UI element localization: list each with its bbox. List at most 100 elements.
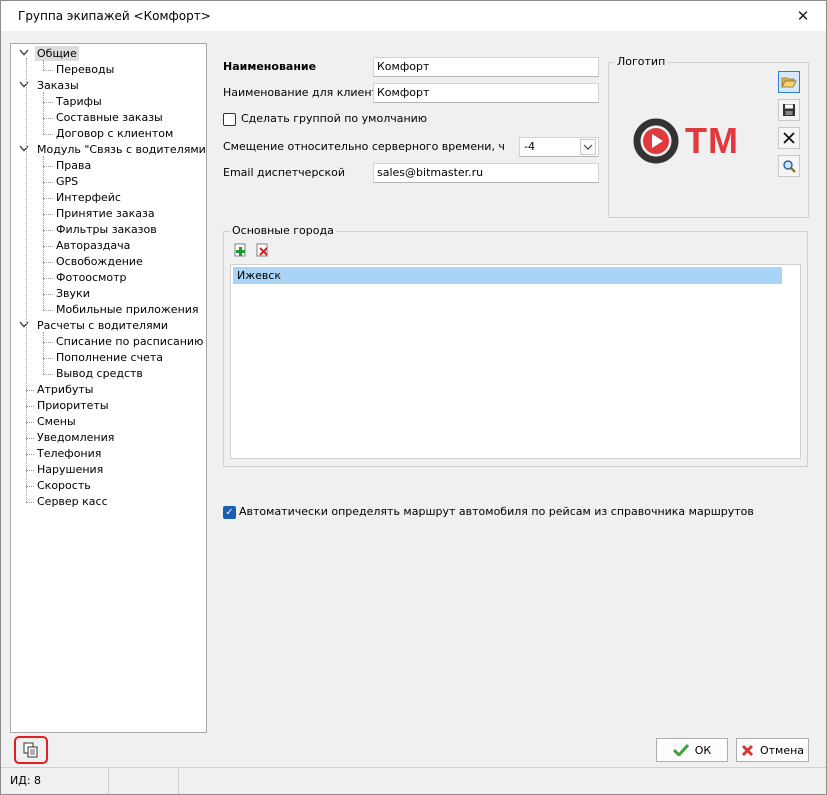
tree-item[interactable]: Мобильные приложения xyxy=(54,302,201,317)
tree-connector xyxy=(43,198,53,199)
open-logo-button[interactable] xyxy=(778,71,800,93)
chevron-down-icon[interactable] xyxy=(18,320,30,332)
client-name-field[interactable]: Комфорт xyxy=(373,83,599,103)
open-folder-icon xyxy=(781,77,797,88)
remove-city-button[interactable] xyxy=(256,243,270,257)
tree-item[interactable]: Тарифы xyxy=(54,94,104,109)
cities-list[interactable]: Ижевск xyxy=(230,264,801,459)
close-button[interactable]: ✕ xyxy=(780,1,826,31)
list-item[interactable]: Ижевск xyxy=(233,267,783,284)
status-id: ИД: 8 xyxy=(10,774,42,787)
tree-item[interactable]: Автораздача xyxy=(54,238,132,253)
cancel-icon xyxy=(741,744,754,756)
status-bar: ИД: 8 xyxy=(1,767,826,794)
chevron-down-icon[interactable] xyxy=(580,139,596,155)
tree-connector xyxy=(26,470,34,471)
status-segment xyxy=(109,768,179,794)
tree-item[interactable]: Фотоосмотр xyxy=(54,270,129,285)
tree-item[interactable]: Скорость xyxy=(35,478,93,493)
delete-logo-button[interactable] xyxy=(778,127,800,149)
ok-button[interactable]: ОК xyxy=(656,738,728,762)
tree-item[interactable]: Телефония xyxy=(35,446,103,461)
save-logo-button[interactable] xyxy=(778,99,800,121)
company-logo: TM xyxy=(633,118,758,164)
tree-item[interactable]: Списание по расписанию xyxy=(54,334,205,349)
delete-icon xyxy=(783,132,795,144)
tree-connector xyxy=(43,166,53,167)
tree-connector xyxy=(43,70,53,71)
tree-item[interactable]: Интерфейс xyxy=(54,190,123,205)
tree-connector xyxy=(26,58,27,502)
tree-connector xyxy=(43,134,53,135)
tree-item[interactable]: Права xyxy=(54,158,93,173)
chevron-down-icon[interactable] xyxy=(18,80,30,92)
tree-connector xyxy=(26,390,34,391)
tree-connector xyxy=(43,230,53,231)
tree-connector xyxy=(43,310,53,311)
tree-item[interactable]: Нарушения xyxy=(35,462,105,477)
tree-connector xyxy=(43,374,53,375)
chevron-down-icon[interactable] xyxy=(18,48,30,60)
tree-connector xyxy=(43,118,53,119)
tree-item[interactable]: Договор с клиентом xyxy=(54,126,175,141)
tree-connector xyxy=(26,422,34,423)
tree-item[interactable]: Освобождение xyxy=(54,254,145,269)
tree-item[interactable]: Составные заказы xyxy=(54,110,165,125)
check-icon xyxy=(672,744,689,756)
tree-item[interactable]: Модуль "Связь с водителями" xyxy=(35,142,206,157)
remove-icon xyxy=(256,243,268,257)
tree-item[interactable]: Уведомления xyxy=(35,430,116,445)
tree-connector xyxy=(43,102,53,103)
tree-item[interactable]: Пополнение счета xyxy=(54,350,165,365)
copy-icon xyxy=(23,742,38,758)
tree-item[interactable]: Смены xyxy=(35,414,78,429)
tree-item[interactable]: Приоритеты xyxy=(35,398,111,413)
tree-item[interactable]: Атрибуты xyxy=(35,382,95,397)
tree-connector xyxy=(43,358,53,359)
auto-route-checkbox[interactable]: ✓ xyxy=(223,506,236,519)
cities-scrollbar[interactable] xyxy=(782,265,800,458)
tree-item[interactable]: Общие xyxy=(35,46,79,61)
tree-item[interactable]: Сервер касс xyxy=(35,494,110,509)
tree-connector xyxy=(43,294,53,295)
save-icon xyxy=(783,104,795,116)
tree-item[interactable]: Переводы xyxy=(54,62,116,77)
offset-spinner[interactable]: -4 xyxy=(519,137,599,157)
tree-item[interactable]: Вывод средств xyxy=(54,366,145,381)
tree-connector xyxy=(26,454,34,455)
add-city-button[interactable] xyxy=(234,243,248,257)
tree-item[interactable]: GPS xyxy=(54,174,80,189)
offset-label: Смещение относительно серверного времени… xyxy=(223,140,505,153)
default-group-label: Сделать группой по умолчанию xyxy=(241,112,428,125)
tree-item[interactable]: Принятие заказа xyxy=(54,206,157,221)
copy-button[interactable] xyxy=(14,736,48,764)
name-field[interactable]: Комфорт xyxy=(373,57,599,77)
zoom-logo-button[interactable] xyxy=(778,155,800,177)
dialog-window: Группа экипажей <Комфорт> ✕ Общие Перевод… xyxy=(0,0,827,795)
tree-item[interactable]: Звуки xyxy=(54,286,92,301)
tree-connector xyxy=(43,262,53,263)
add-icon xyxy=(234,243,246,257)
tree-connector xyxy=(43,60,44,70)
chevron-down-icon[interactable] xyxy=(18,144,30,156)
cancel-button[interactable]: Отмена xyxy=(736,738,809,762)
tree-connector xyxy=(43,92,44,134)
default-group-checkbox[interactable] xyxy=(223,113,236,126)
email-label: Email диспетчерской xyxy=(223,166,346,179)
settings-tree[interactable]: Общие Переводы Заказы Тарифы Составные заказ… xyxy=(10,43,207,733)
tree-connector xyxy=(26,486,34,487)
close-icon: ✕ xyxy=(796,7,810,25)
tree-connector xyxy=(43,182,53,183)
email-field[interactable]: sales@bitmaster.ru xyxy=(373,163,599,183)
name-label: Наименование xyxy=(223,60,317,73)
tree-connector xyxy=(26,502,34,503)
tree-item[interactable]: Заказы xyxy=(35,78,81,93)
tree-item[interactable]: Фильтры заказов xyxy=(54,222,159,237)
tree-item[interactable]: Расчеты с водителями xyxy=(35,318,170,333)
tree-connector xyxy=(43,214,53,215)
tree-connector xyxy=(43,246,53,247)
cities-caption: Основные города xyxy=(230,224,336,238)
logo-play-icon xyxy=(633,118,679,164)
tree-connector xyxy=(43,342,53,343)
tree-connector xyxy=(26,406,34,407)
